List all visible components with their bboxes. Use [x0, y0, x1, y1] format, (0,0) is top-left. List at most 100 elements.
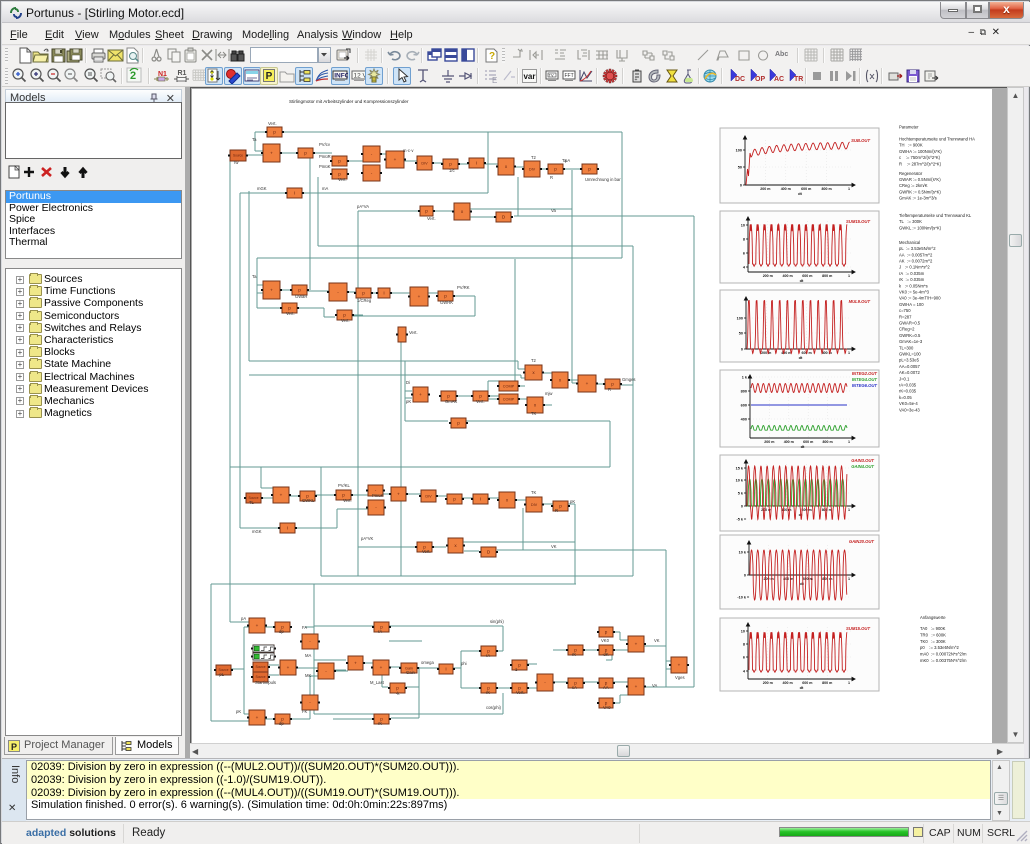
svg-text:p0 := 3.53e5N/m^2: p0 := 3.53e5N/m^2	[920, 645, 960, 650]
svg-text:p: p	[453, 497, 456, 502]
svg-text:CReg := 2km/K: CReg := 2km/K	[899, 183, 928, 188]
svg-text:400 m: 400 m	[781, 187, 791, 191]
svg-text:+: +	[586, 381, 589, 386]
svg-text:200 m: 200 m	[763, 681, 773, 685]
svg-text:pK: pK	[570, 499, 575, 504]
svg-text:R=287: R=287	[899, 314, 912, 319]
svg-text:400 m: 400 m	[782, 274, 792, 278]
svg-text:+: +	[418, 294, 421, 299]
svg-text:p: p	[304, 151, 307, 156]
svg-text:INTEG4.OUT: INTEG4.OUT	[852, 377, 878, 382]
svg-text:VA0 := 3e-4mT/H=900: VA0 := 3e-4mT/H=900	[899, 296, 941, 301]
svg-text:p: p	[605, 630, 608, 635]
svg-text:MUL9.OUT: MUL9.OUT	[849, 299, 871, 304]
svg-text:p: p	[447, 394, 450, 399]
svg-text:I: I	[287, 526, 288, 531]
svg-text:1: 1	[848, 274, 850, 278]
svg-text:+: +	[635, 642, 638, 647]
svg-text:VK0: VK0	[601, 638, 610, 643]
svg-text:Ta: Ta	[252, 274, 257, 279]
svg-text:100: 100	[736, 149, 742, 153]
svg-text:+: +	[280, 493, 283, 498]
svg-text:p: p	[479, 394, 482, 399]
svg-text:TL := 300K: TL := 300K	[899, 219, 922, 224]
svg-text:-dK: -dK	[602, 652, 609, 657]
svg-text:p: p	[362, 291, 365, 296]
svg-text:800 m: 800 m	[821, 187, 831, 191]
svg-text:COMP: COMP	[503, 384, 515, 388]
svg-text:p: p	[554, 167, 557, 172]
svg-text:GWRK=0.5: GWRK=0.5	[899, 333, 921, 338]
svg-text:400 m: 400 m	[782, 681, 792, 685]
svg-text:J := 0.1Nm*s^2: J := 0.1Nm*s^2	[899, 265, 930, 270]
svg-text:VA0=3e-43: VA0=3e-43	[899, 407, 920, 412]
svg-text:Vert.: Vert.	[516, 690, 525, 695]
svg-text:VK: VK	[551, 544, 557, 549]
svg-text:AA=0.0057: AA=0.0057	[899, 364, 921, 369]
svg-text:GWKL=100: GWKL=100	[899, 352, 921, 357]
svg-text:+: +	[678, 663, 681, 668]
svg-text:DC: DC	[735, 76, 745, 83]
svg-text:R: R	[550, 175, 553, 180]
svg-text:TK: TK	[531, 490, 537, 495]
svg-text:pK: pK	[406, 399, 411, 404]
svg-text:p: p	[342, 493, 345, 498]
svg-text:rK: rK	[486, 690, 490, 695]
svg-text:Vert.: Vert.	[343, 498, 352, 503]
svg-text:dt: dt	[800, 685, 804, 690]
svg-text:TH := 900K: TH := 900K	[899, 143, 923, 148]
svg-text:FFT: FFT	[565, 73, 574, 79]
svg-text:Anfangswerte: Anfangswerte	[920, 615, 946, 620]
svg-text:2: 2	[130, 70, 136, 82]
svg-text:VK0=5e-4: VK0=5e-4	[899, 401, 918, 406]
svg-text:FK: FK	[302, 709, 308, 714]
svg-text:50: 50	[738, 166, 742, 170]
svg-text:10: 10	[741, 224, 745, 228]
svg-text:Vert.: Vert.	[268, 121, 277, 126]
svg-text:Va: Va	[551, 208, 556, 213]
svg-text:dt: dt	[800, 581, 804, 586]
svg-text:sin(phi): sin(phi)	[490, 619, 504, 624]
svg-text:I: I	[476, 161, 477, 166]
svg-text:rA: rA	[378, 629, 382, 634]
svg-text:800: 800	[741, 390, 747, 394]
svg-text:p: p	[449, 162, 452, 167]
svg-text:GWRK: GWRK	[440, 300, 453, 305]
svg-text:Gmges: Gmges	[622, 377, 636, 382]
svg-text:p: p	[298, 288, 301, 293]
svg-text:1: 1	[848, 681, 850, 685]
svg-text:+: +	[256, 623, 259, 628]
svg-text:sA: sA	[572, 685, 577, 690]
svg-text:p: p	[288, 306, 291, 311]
svg-text:+: +	[354, 661, 357, 666]
svg-text:R: R	[608, 387, 611, 392]
svg-text:PV/cv: PV/cv	[319, 142, 331, 147]
svg-text:p: p	[338, 172, 341, 177]
svg-text:p: p	[425, 209, 428, 214]
svg-text:R := 287m^2/(s^2*K): R := 287m^2/(s^2*K)	[899, 161, 942, 166]
svg-text:DIV: DIV	[529, 167, 536, 171]
svg-text:0: 0	[741, 505, 743, 509]
svg-text:?: ?	[489, 51, 495, 62]
svg-text:p: p	[444, 294, 447, 299]
svg-text:SUM15.OUT: SUM15.OUT	[846, 626, 870, 631]
svg-text:-pL: -pL	[218, 672, 225, 677]
svg-text:cos(phi): cos(phi)	[486, 705, 501, 710]
svg-text:TR: TR	[794, 76, 803, 83]
svg-text:AK=0.0072: AK=0.0072	[899, 370, 921, 375]
svg-text:GmAK: GmAK	[445, 399, 458, 404]
svg-text:VA0: VA0	[603, 705, 611, 710]
svg-text:Di: Di	[406, 380, 410, 385]
svg-text:p: p	[396, 686, 399, 691]
svg-text:mA: mA	[322, 186, 328, 191]
svg-text:0: 0	[740, 184, 742, 188]
svg-text:GWKL: GWKL	[302, 498, 315, 503]
svg-text:pL := 3.53e5N/m^2: pL := 3.53e5N/m^2	[899, 246, 936, 251]
svg-text:800 m: 800 m	[822, 440, 832, 444]
svg-text:Vges: Vges	[675, 675, 685, 680]
svg-text:SUB.OUT: SUB.OUT	[851, 138, 870, 143]
svg-text:1/CReg: 1/CReg	[357, 298, 372, 303]
svg-text:E: E	[492, 76, 497, 85]
svg-text:PmüR: PmüR	[319, 154, 331, 159]
svg-text:GWRK := 0.5Nm/(s*K): GWRK := 0.5Nm/(s*K)	[899, 189, 941, 194]
